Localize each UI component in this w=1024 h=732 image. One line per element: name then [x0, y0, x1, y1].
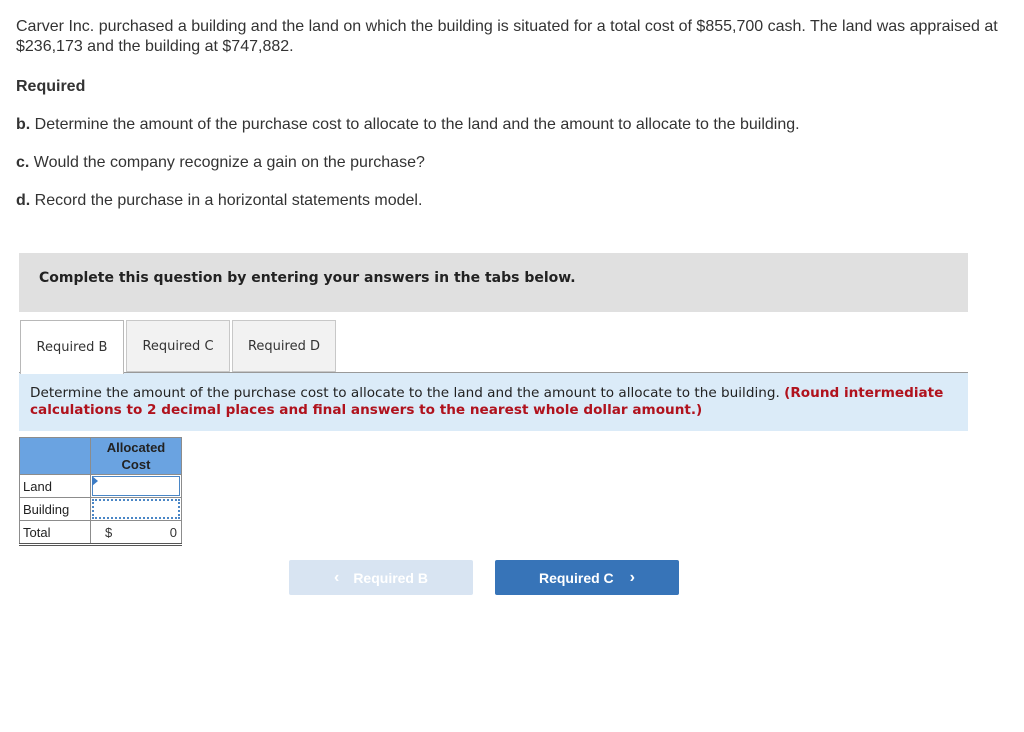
requirement-text: Would the company recognize a gain on th…: [29, 154, 425, 171]
tab-bar: Required B Required C Required D: [20, 320, 338, 374]
requirement-letter: c.: [16, 154, 30, 171]
active-cell-marker-icon: [92, 476, 98, 486]
allocation-table: Allocated Cost Land Building Total $0: [19, 437, 182, 546]
row-label-building: Building: [19, 497, 91, 521]
allocated-cost-header: Allocated Cost: [90, 437, 182, 475]
previous-required-b-button[interactable]: ‹ Required B: [289, 560, 473, 595]
next-required-c-button[interactable]: Required C ›: [495, 560, 679, 595]
requirement-b: b. Determine the amount of the purchase …: [16, 116, 800, 134]
total-value: 0: [169, 524, 177, 540]
tab-required-d[interactable]: Required D: [232, 320, 336, 372]
requirement-letter: d.: [16, 192, 31, 209]
table-row-total: Total $0: [19, 520, 182, 546]
previous-button-label: Required B: [353, 569, 428, 586]
banner-text: Complete this question by entering your …: [39, 270, 576, 286]
next-button-label: Required C: [538, 569, 614, 586]
requirement-letter: b.: [16, 116, 31, 133]
instruction-text: Determine the amount of the purchase cos…: [30, 385, 785, 401]
tab-required-b[interactable]: Required B: [20, 320, 124, 374]
land-cell: [90, 474, 182, 498]
problem-statement: Carver Inc. purchased a building and the…: [16, 18, 998, 55]
table-header-row: Allocated Cost: [19, 437, 182, 475]
requirement-d: d. Record the purchase in a horizontal s…: [16, 192, 422, 210]
tab-required-c[interactable]: Required C: [126, 320, 230, 372]
row-label-total: Total: [19, 520, 91, 546]
chevron-right-icon: ›: [629, 568, 635, 586]
chevron-left-icon: ‹: [333, 568, 340, 586]
requirement-text: Record the purchase in a horizontal stat…: [30, 192, 423, 209]
required-heading: Required: [16, 78, 86, 95]
table-row: Land: [19, 474, 182, 498]
currency-symbol: $: [105, 524, 113, 540]
land-amount-input[interactable]: [92, 476, 180, 496]
requirement-c: c. Would the company recognize a gain on…: [16, 154, 425, 172]
total-cell: $0: [90, 520, 182, 546]
building-amount-input[interactable]: [92, 499, 180, 519]
header-blank-cell: [19, 437, 91, 475]
building-cell: [90, 497, 182, 521]
row-label-land: Land: [19, 474, 91, 498]
instructions-banner: Complete this question by entering your …: [19, 253, 968, 312]
tab-instructions: Determine the amount of the purchase cos…: [19, 373, 968, 431]
table-row: Building: [19, 497, 182, 521]
requirement-text: Determine the amount of the purchase cos…: [30, 116, 800, 133]
